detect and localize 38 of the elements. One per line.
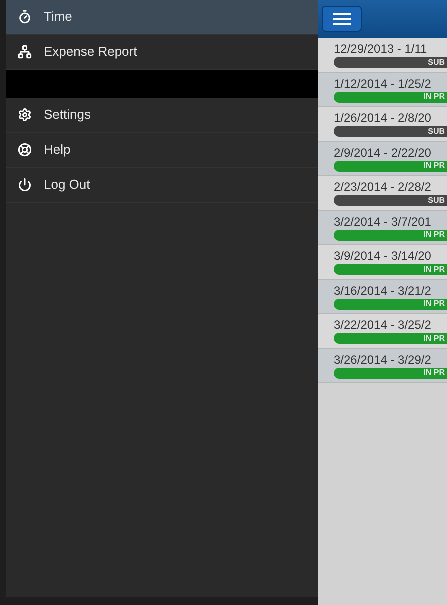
timesheet-row[interactable]: 12/29/2013 - 1/11 SUB xyxy=(318,38,447,72)
status-pill: IN PR xyxy=(334,230,447,240)
period-text: 3/16/2014 - 3/21/2 xyxy=(334,284,432,298)
timesheet-row[interactable]: 3/22/2014 - 3/25/2 IN PR xyxy=(318,314,447,348)
status-pill: IN PR xyxy=(334,160,447,172)
period-text: 3/26/2014 - 3/29/2 xyxy=(334,352,432,368)
period-text: 3/9/2014 - 3/14/20 xyxy=(334,249,432,264)
status-pill: SUB xyxy=(334,126,447,137)
status-pill: IN PR xyxy=(334,298,447,310)
timesheet-row[interactable]: 3/9/2014 - 3/14/20 IN PR xyxy=(318,245,447,280)
menu-item[interactable]: Time xyxy=(6,0,318,35)
lifebuoy-icon xyxy=(18,143,32,157)
period-text: 2/9/2014 - 2/22/20 xyxy=(334,146,432,160)
menu-icon xyxy=(333,12,351,26)
period-text: 3/22/2014 - 3/25/2 xyxy=(334,318,432,333)
period-text: 1/26/2014 - 2/8/20 xyxy=(334,111,432,126)
period-text: 3/2/2014 - 3/7/201 xyxy=(334,214,432,230)
status-pill: IN PR xyxy=(334,264,447,275)
menu-button[interactable] xyxy=(322,6,362,32)
timesheet-row[interactable]: 3/16/2014 - 3/21/2 IN PR xyxy=(318,280,447,314)
status-pill: SUB xyxy=(334,57,447,68)
status-pill: SUB xyxy=(334,195,447,206)
timer-icon xyxy=(18,10,32,24)
settings-icon xyxy=(18,108,32,122)
hierarchy-icon xyxy=(18,45,32,59)
status-pill: IN PR xyxy=(334,92,447,102)
timesheet-row[interactable]: 2/23/2014 - 2/28/2 SUB xyxy=(318,176,447,210)
power-icon xyxy=(18,178,32,192)
timesheet-row[interactable]: 3/2/2014 - 3/7/201 IN PR xyxy=(318,210,447,245)
timesheet-row[interactable]: 1/26/2014 - 2/8/20 SUB xyxy=(318,107,447,142)
status-pill: IN PR xyxy=(334,368,447,378)
timesheet-row[interactable]: 3/26/2014 - 3/29/2 IN PR xyxy=(318,348,447,383)
period-text: 12/29/2013 - 1/11 xyxy=(334,42,428,57)
period-text: 1/12/2014 - 1/25/2 xyxy=(334,76,432,92)
timesheet-row[interactable]: 1/12/2014 - 1/25/2 IN PR xyxy=(318,72,447,107)
status-pill: IN PR xyxy=(334,333,447,344)
period-text: 2/23/2014 - 2/28/2 xyxy=(334,180,432,195)
timesheet-row[interactable]: 2/9/2014 - 2/22/20 IN PR xyxy=(318,142,447,176)
